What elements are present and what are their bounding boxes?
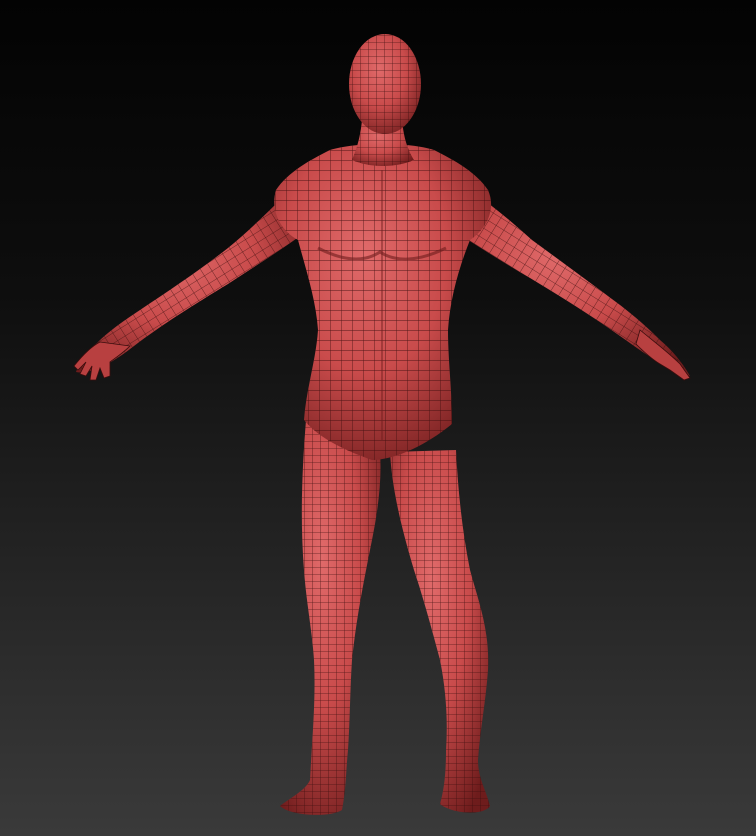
head-wire [349, 34, 421, 134]
3d-viewport[interactable] [0, 0, 756, 836]
viewport-canvas[interactable] [0, 0, 756, 836]
